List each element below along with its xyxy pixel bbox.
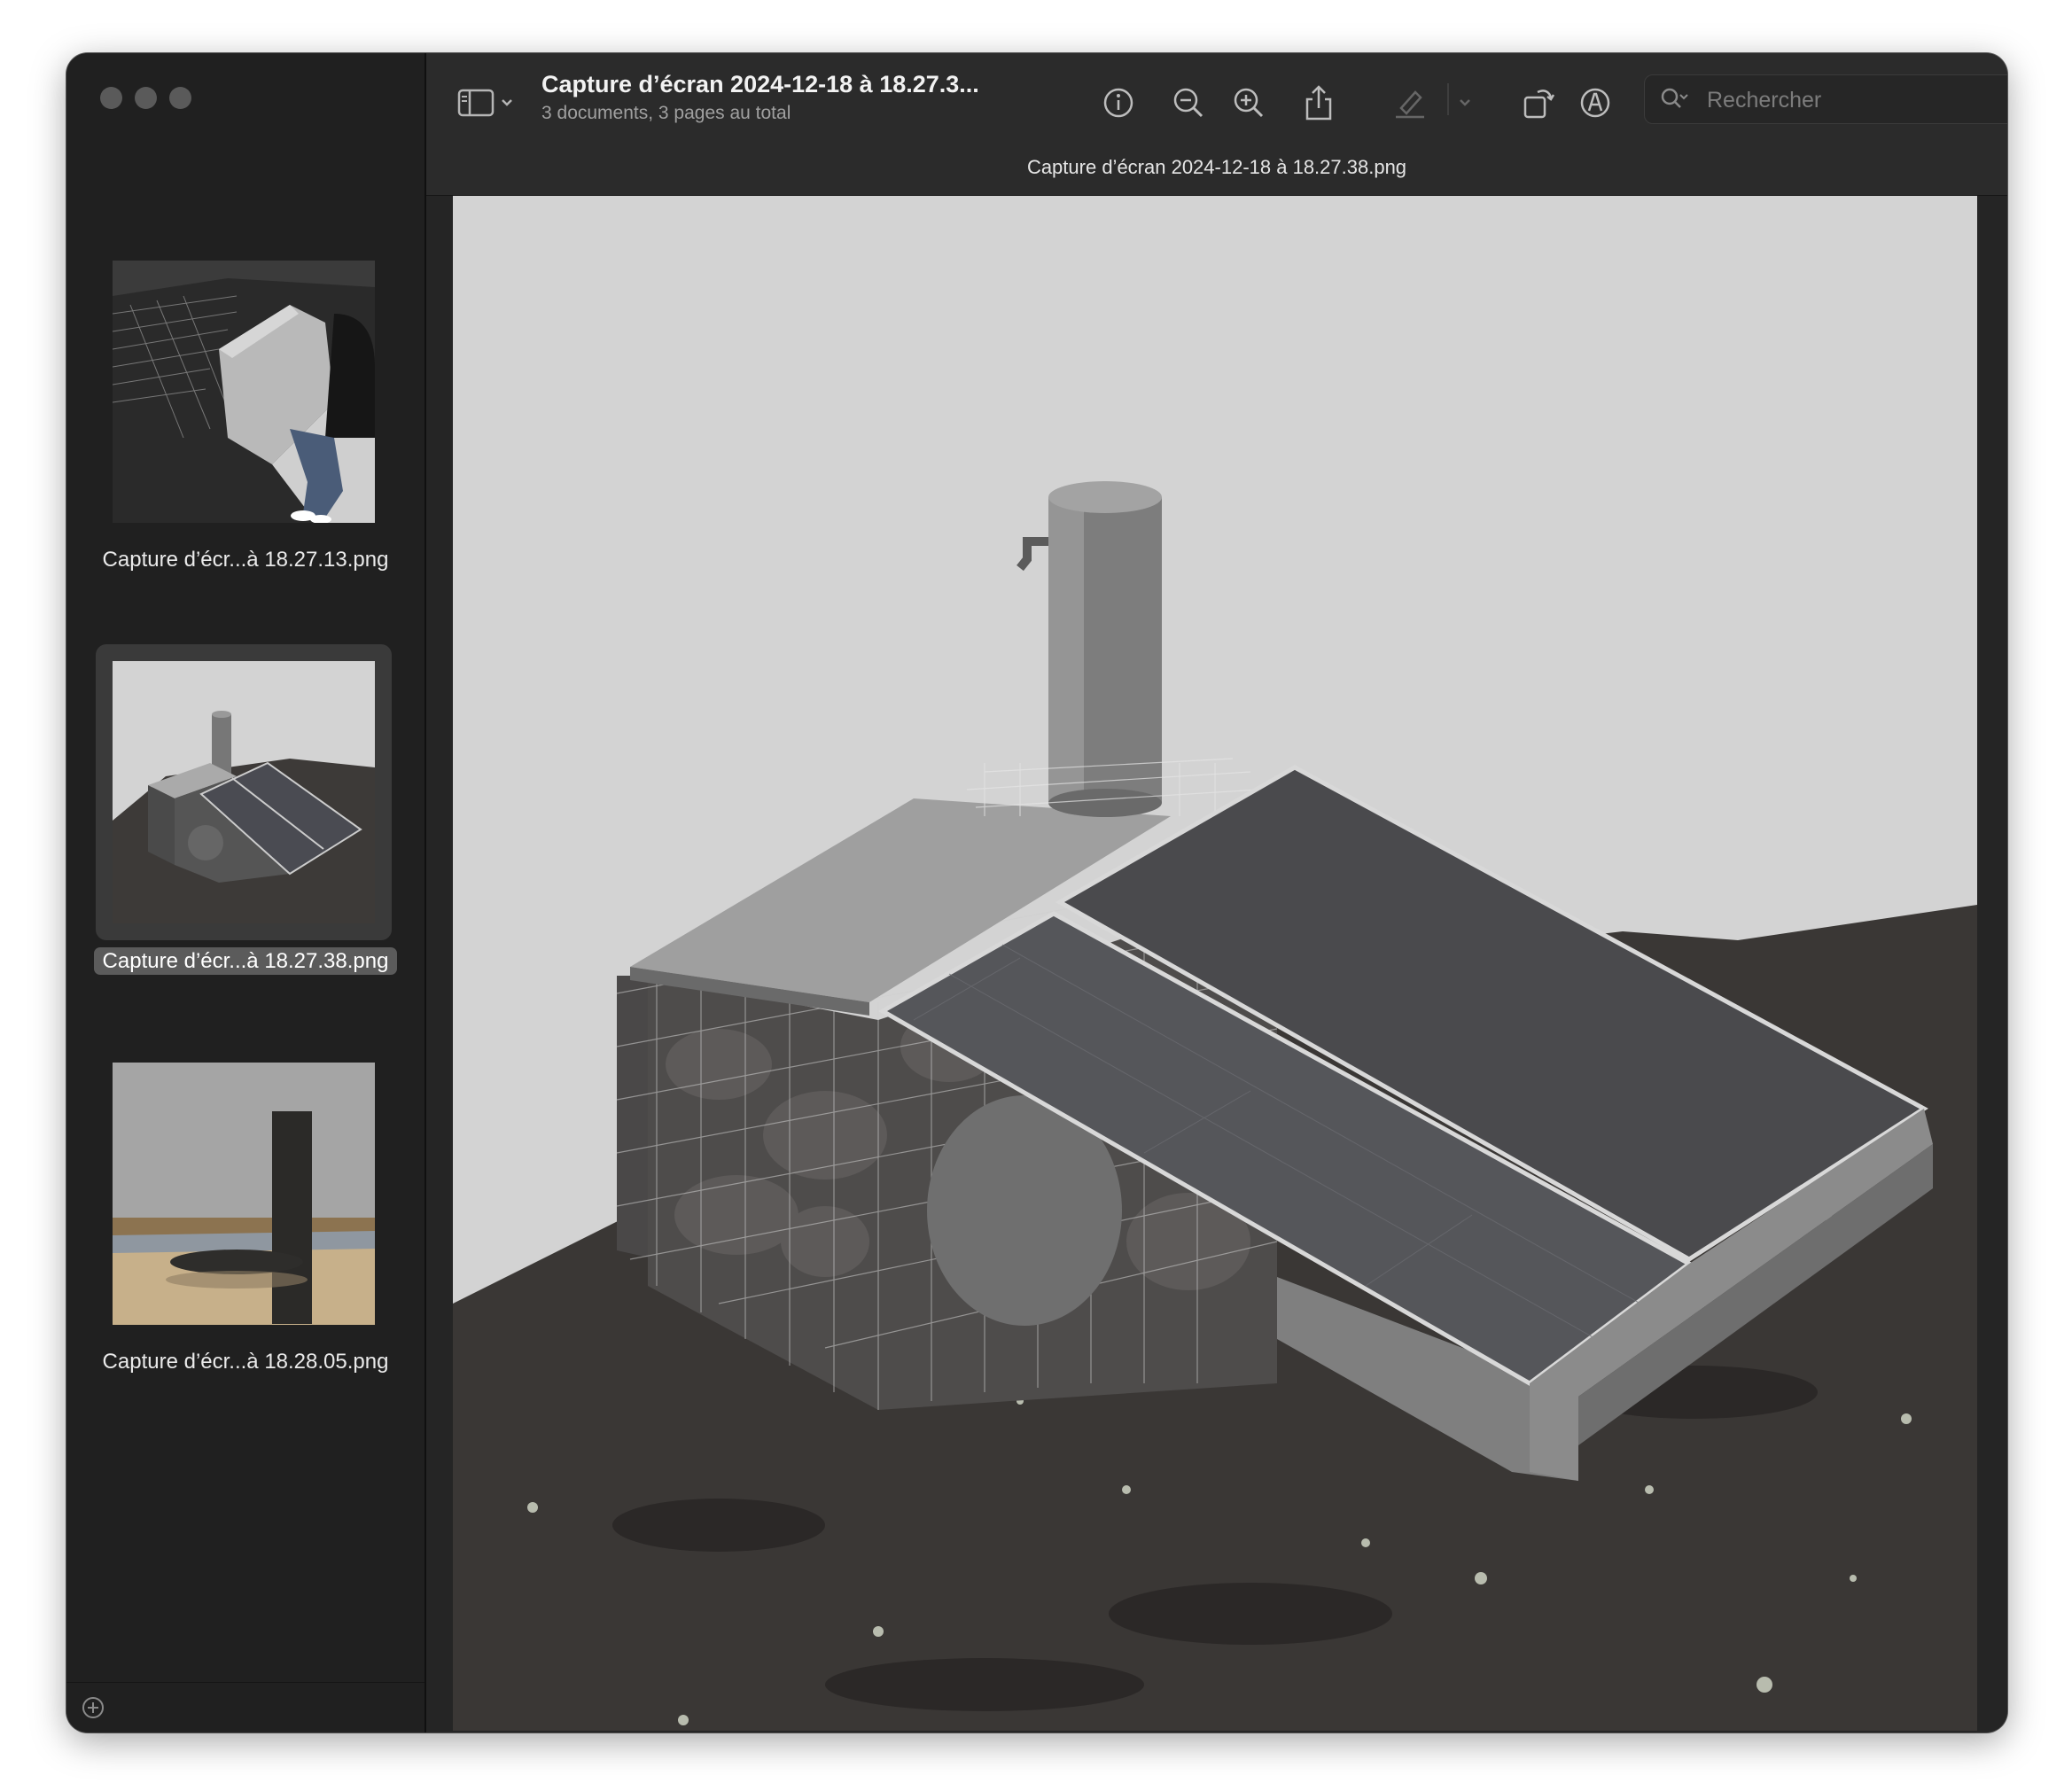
info-button[interactable] <box>1094 78 1143 128</box>
highlight-pen-icon <box>1396 90 1424 119</box>
sidebar-toggle-button[interactable] <box>453 78 524 128</box>
thumbnail-image-bollard <box>113 1063 375 1325</box>
sidebar-thumbnail-2[interactable] <box>96 644 392 940</box>
sidebar-toggle-icon <box>457 89 495 117</box>
thumbnail-image-solar-fountain <box>113 661 375 923</box>
rotate-icon <box>1523 90 1555 119</box>
sidebar-item-label-1[interactable]: Capture d’écr...à 18.27.13.png <box>66 545 425 575</box>
highlight-button[interactable] <box>1385 78 1435 128</box>
preview-window: Capture d’écr...à 18.27.13.png Capture d… <box>66 53 2007 1732</box>
close-window-button[interactable] <box>100 87 122 109</box>
markup-button[interactable] <box>1570 78 1620 128</box>
thumbnail-image-bench <box>113 261 375 523</box>
zoom-window-button[interactable] <box>169 87 191 109</box>
chevron-down-icon <box>502 99 512 106</box>
highlight-options-button[interactable] <box>1447 78 1483 128</box>
markup-icon <box>1580 88 1610 118</box>
sidebar-thumbnail-3[interactable] <box>96 1046 392 1342</box>
share-button[interactable] <box>1294 78 1344 128</box>
sidebar-item-label-2[interactable]: Capture d’écr...à 18.27.38.png <box>66 946 425 977</box>
window-controls <box>100 87 191 109</box>
search-icon <box>1661 88 1688 108</box>
sidebar-footer <box>66 1682 425 1732</box>
zoom-out-icon <box>1173 88 1203 118</box>
window-title: Capture d’écran 2024-12-18 à 18.27.3... <box>541 71 979 97</box>
info-icon <box>1103 88 1133 118</box>
minimize-window-button[interactable] <box>135 87 157 109</box>
sidebar: Capture d’écr...à 18.27.13.png Capture d… <box>66 53 426 1732</box>
document-name: Capture d’écran 2024-12-18 à 18.27.38.pn… <box>1026 156 1407 178</box>
document-image[interactable] <box>453 196 1977 1731</box>
sidebar-item-label-3[interactable]: Capture d’écr...à 18.28.05.png <box>66 1347 425 1377</box>
share-icon <box>1305 85 1332 121</box>
rotate-button[interactable] <box>1513 78 1562 128</box>
search-placeholder: Rechercher <box>1707 88 1822 113</box>
window-subtitle: 3 documents, 3 pages au total <box>541 103 791 123</box>
toolbar: Capture d’écran 2024-12-18 à 18.27.3... … <box>426 53 2007 196</box>
zoom-in-button[interactable] <box>1224 78 1274 128</box>
sidebar-thumbnail-1[interactable] <box>96 244 392 540</box>
search-field[interactable]: Rechercher <box>1644 74 2007 124</box>
document-view <box>426 196 2007 1732</box>
add-page-icon[interactable] <box>81 1695 105 1720</box>
zoom-out-button[interactable] <box>1164 78 1213 128</box>
zoom-in-icon <box>1234 88 1264 118</box>
chevron-down-icon <box>1460 99 1470 106</box>
